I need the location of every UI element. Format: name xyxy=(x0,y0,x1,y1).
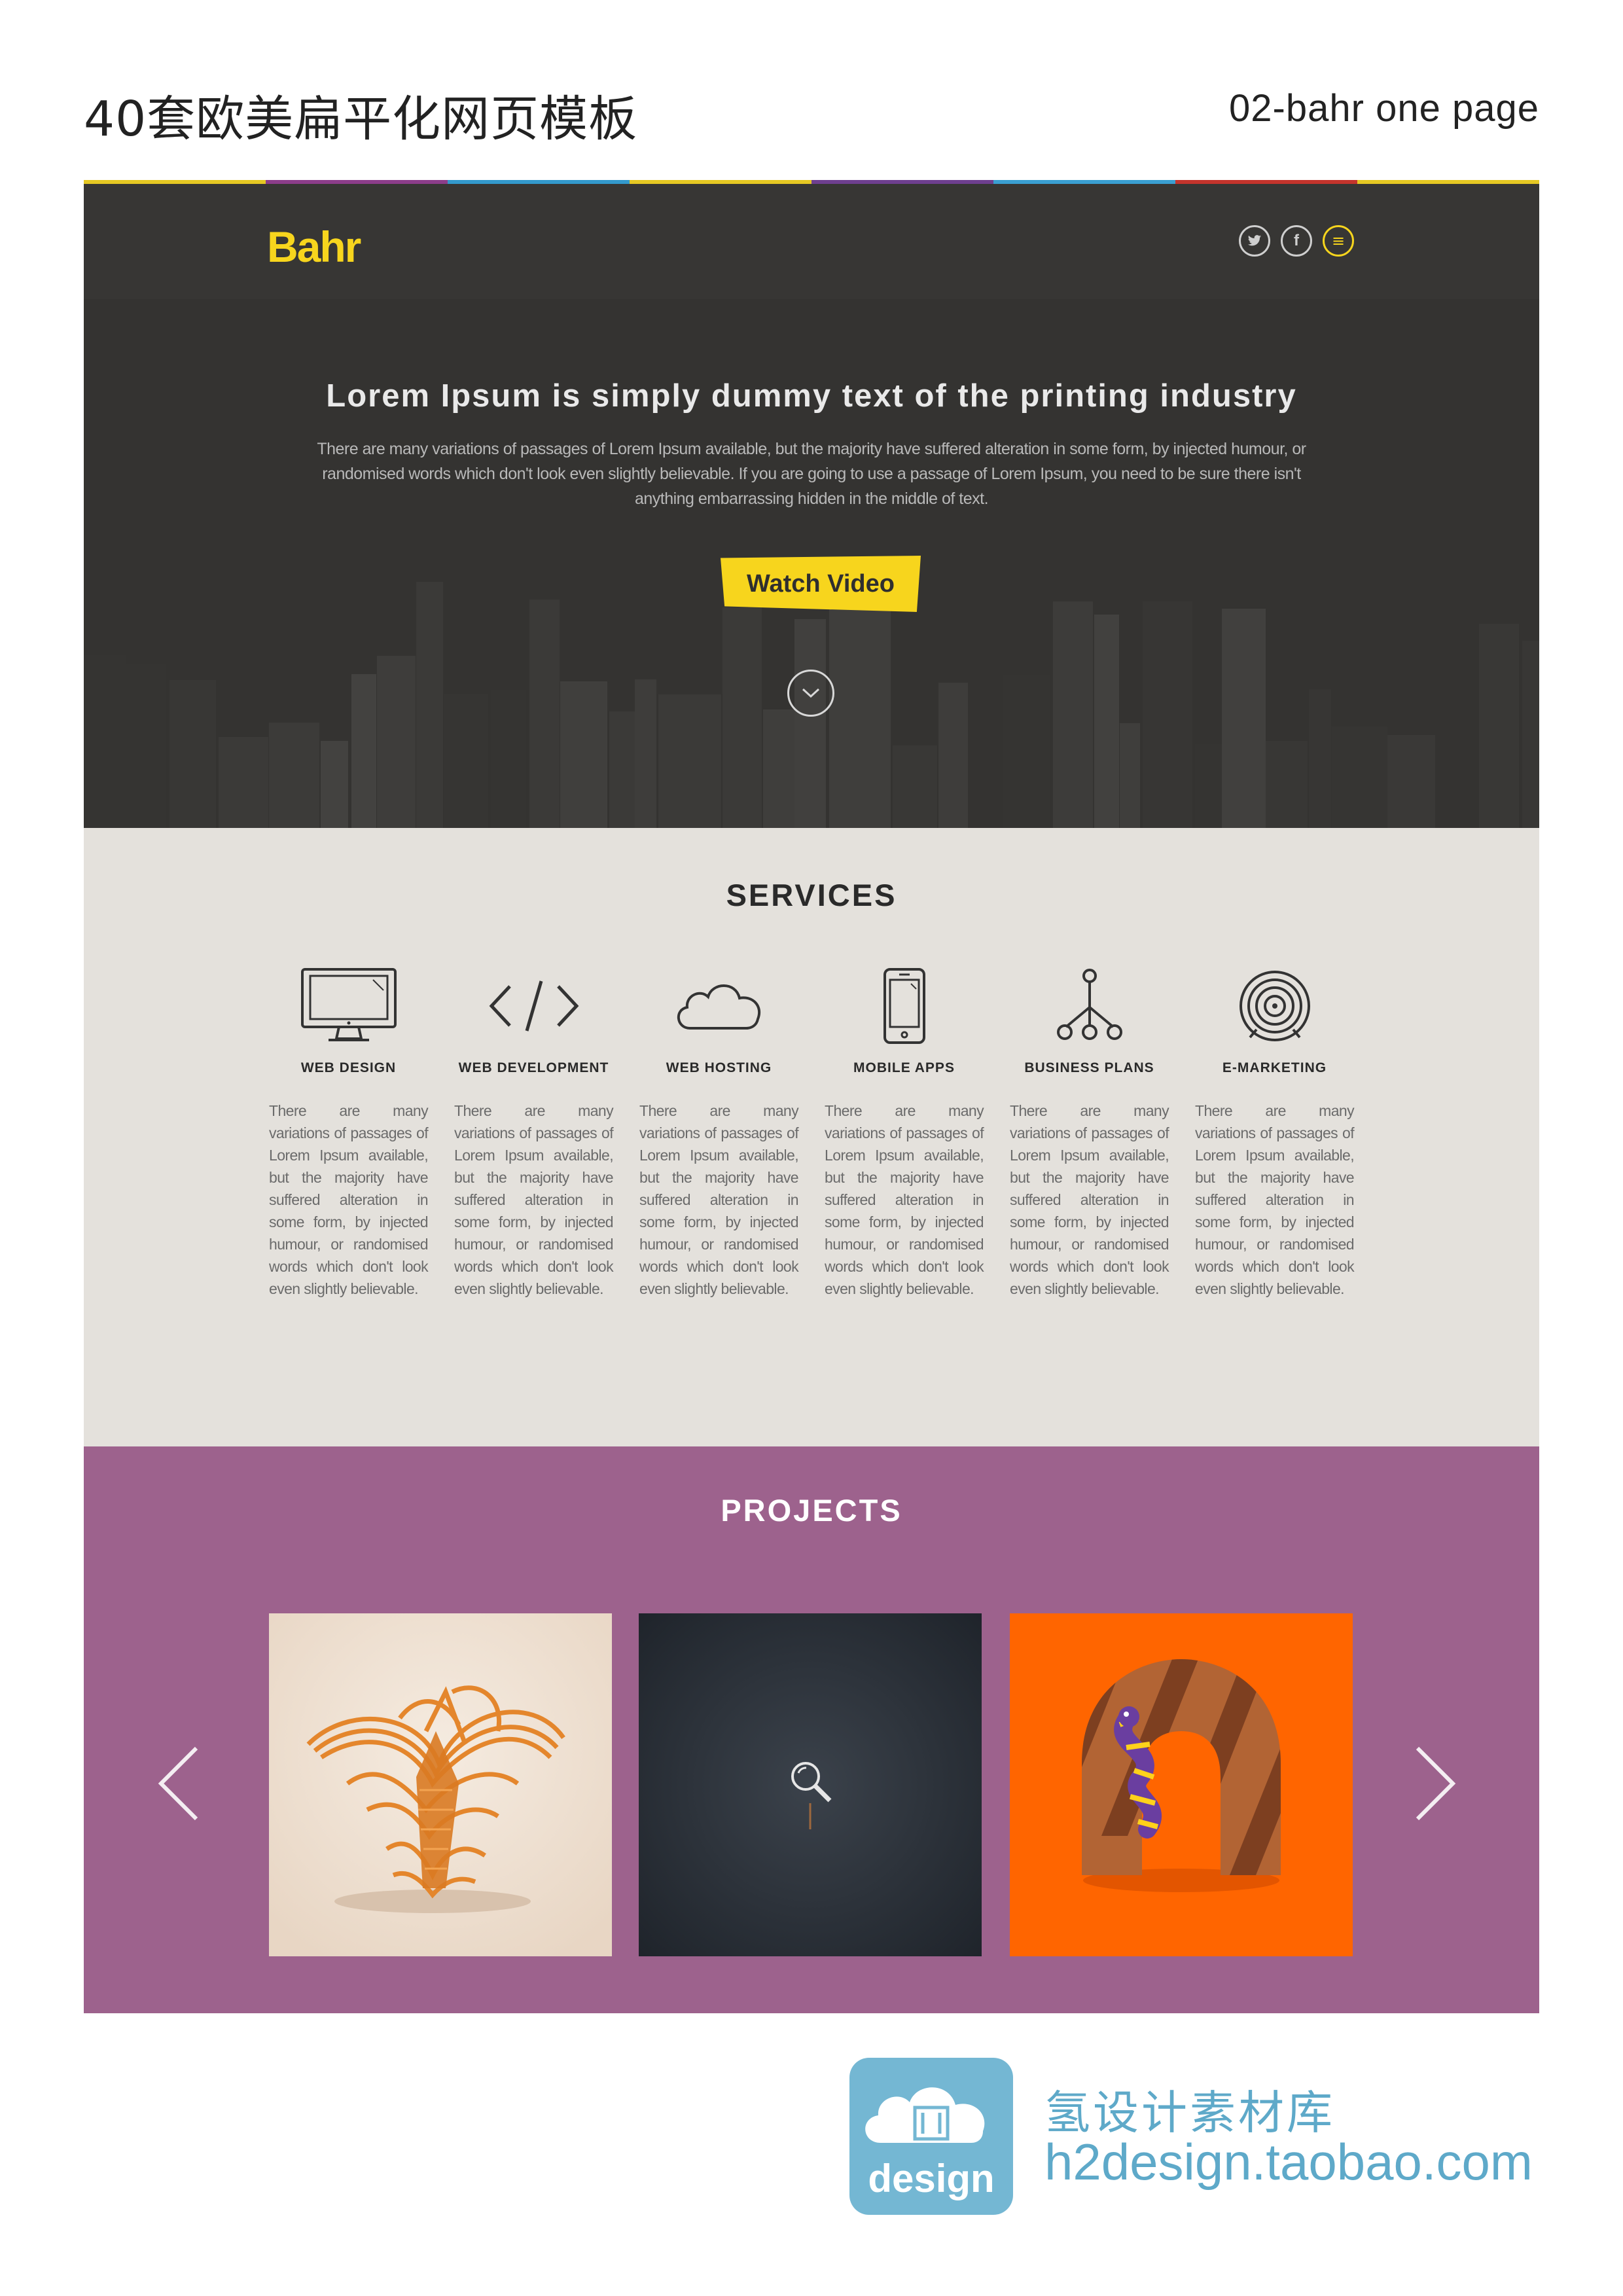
service-label: WEB DEVELOPMENT xyxy=(458,1060,609,1075)
service-business-plans[interactable]: BUSINESS PLANS There are many variations… xyxy=(1010,957,1169,1300)
hierarchy-icon xyxy=(1010,957,1169,1055)
target-icon xyxy=(1195,957,1354,1055)
skyline-building xyxy=(560,681,607,828)
skyline-building xyxy=(971,587,1002,828)
service-text: There are many variations of passages of… xyxy=(269,1102,429,1297)
services-title: SERVICES xyxy=(726,878,897,912)
twitter-icon[interactable] xyxy=(1239,225,1270,257)
monitor-icon xyxy=(269,957,428,1055)
orange-sculpture-image xyxy=(269,1613,612,1956)
skyline-building xyxy=(609,711,635,828)
facebook-glyph: f xyxy=(1294,232,1299,249)
skyline-building xyxy=(1522,641,1539,828)
skyline-building xyxy=(219,737,268,828)
chevron-right-icon[interactable] xyxy=(1412,1744,1458,1825)
skyline-building xyxy=(893,745,937,828)
skyline-building xyxy=(1479,624,1519,828)
chevron-left-icon[interactable] xyxy=(156,1744,202,1825)
skyline-building xyxy=(416,582,443,828)
skyline-building xyxy=(658,694,721,828)
service-label: MOBILE APPS xyxy=(853,1060,955,1075)
skyline-building xyxy=(1003,675,1050,828)
skyline-building xyxy=(126,664,166,828)
logo[interactable]: Bahr xyxy=(267,222,361,272)
service-web-development[interactable]: WEB DEVELOPMENT There are many variation… xyxy=(454,957,614,1300)
cloud-logo-icon xyxy=(865,2087,985,2143)
skyline-building xyxy=(1387,735,1435,828)
hero-text: There are many variations of passages of… xyxy=(317,440,1306,508)
skyline-building xyxy=(169,680,216,828)
skyline-building xyxy=(722,607,762,828)
service-text: There are many variations of passages of… xyxy=(825,1102,984,1297)
skyline-building xyxy=(1309,689,1331,828)
skyline-building xyxy=(763,709,794,828)
skyline-building xyxy=(1222,609,1266,828)
skyline-building xyxy=(1195,744,1222,828)
skyline-building xyxy=(1094,615,1119,828)
skyline-building xyxy=(1332,726,1387,828)
social-links: f ≡ xyxy=(1239,225,1354,257)
service-web-design[interactable]: WEB DESIGN There are many variations of … xyxy=(269,957,429,1300)
project-thumbnail-arch[interactable] xyxy=(1010,1613,1353,1956)
service-web-hosting[interactable]: WEB HOSTING There are many variations of… xyxy=(639,957,799,1300)
service-mobile-apps[interactable]: MOBILE APPS There are many variations of… xyxy=(825,957,984,1300)
service-text: There are many variations of passages of… xyxy=(1195,1102,1355,1297)
service-label: WEB HOSTING xyxy=(666,1060,772,1075)
skyline-building xyxy=(794,619,826,828)
code-icon xyxy=(454,957,613,1055)
skyline-building xyxy=(84,655,126,828)
service-text: There are many variations of passages of… xyxy=(454,1102,614,1297)
projects-title: PROJECTS xyxy=(721,1493,902,1528)
skyline-building xyxy=(351,674,376,828)
project-thumbnail-sculpture[interactable] xyxy=(269,1613,612,1956)
zoom-icon[interactable] xyxy=(788,1759,834,1807)
facebook-icon[interactable]: f xyxy=(1281,225,1312,257)
services-section: SERVICES WEB DESIGN There are many varia… xyxy=(84,828,1539,1446)
service-label: E-MARKETING xyxy=(1222,1060,1327,1075)
service-label: BUSINESS PLANS xyxy=(1024,1060,1154,1075)
website-mockup: Bahr f ≡ Lorem Ipsum is simply dummy tex… xyxy=(84,180,1539,2013)
service-text: There are many variations of passages of… xyxy=(1010,1102,1169,1297)
skyline-building xyxy=(444,694,488,828)
chevron-down-icon[interactable] xyxy=(787,670,834,717)
menu-glyph: ≡ xyxy=(1331,232,1346,250)
sheet-title: 40套欧美扁平化网页模板 xyxy=(84,91,638,147)
skyline-building xyxy=(635,679,656,828)
skyline-building xyxy=(829,603,891,828)
skyline-building xyxy=(1143,601,1192,828)
service-label: WEB DESIGN xyxy=(300,1060,397,1075)
skyline-building xyxy=(377,656,416,828)
projects-section: PROJECTS xyxy=(84,1446,1539,2013)
striped-arch-image xyxy=(1010,1613,1353,1956)
menu-icon[interactable]: ≡ xyxy=(1323,225,1354,257)
skyline-building xyxy=(1053,601,1093,828)
skyline-building xyxy=(491,690,526,828)
smartphone-icon xyxy=(825,957,984,1055)
skyline-building xyxy=(269,723,319,828)
skyline-building xyxy=(1120,723,1140,828)
watch-video-button[interactable]: Watch Video xyxy=(721,556,921,612)
sheet-subtitle: 02-bahr one page xyxy=(1229,87,1539,130)
skyline-building xyxy=(529,600,560,828)
cloud-icon xyxy=(639,957,798,1055)
hero-section: Lorem Ipsum is simply dummy text of the … xyxy=(84,299,1539,828)
services-grid: WEB DESIGN There are many variations of … xyxy=(269,957,1355,1300)
skyline-building xyxy=(938,683,968,828)
service-text: There are many variations of passages of… xyxy=(639,1102,799,1297)
logo-word: design xyxy=(868,2157,995,2200)
hero-title: Lorem Ipsum is simply dummy text of the … xyxy=(326,378,1297,414)
skyline-building xyxy=(1435,679,1476,828)
project-thumbnail-night[interactable] xyxy=(639,1613,982,1956)
brand-url[interactable]: h2design.taobao.com xyxy=(1044,2132,1533,2192)
service-e-marketing[interactable]: E-MARKETING There are many variations of… xyxy=(1195,957,1355,1300)
skyline-building xyxy=(321,741,348,828)
site-header: Bahr f ≡ xyxy=(84,184,1539,299)
h2design-logo: design xyxy=(849,2058,1013,2215)
skyline-building xyxy=(1266,741,1308,828)
